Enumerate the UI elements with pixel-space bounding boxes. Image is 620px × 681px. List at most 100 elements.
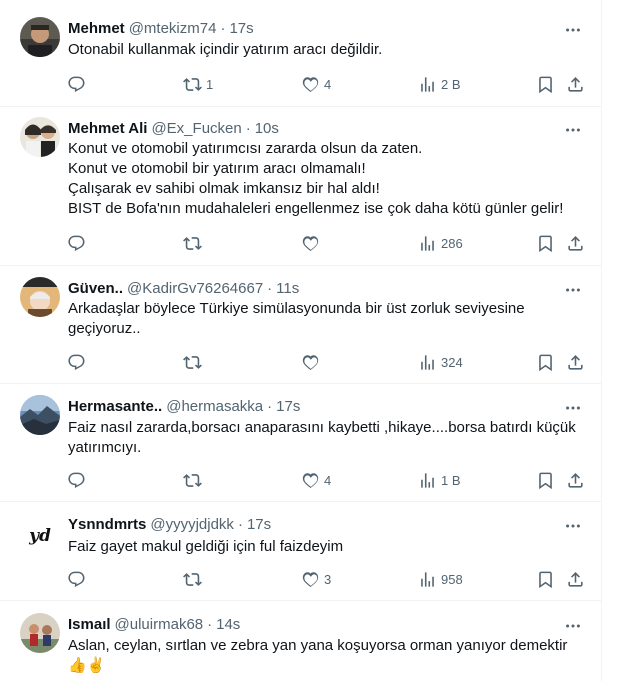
- more-options-icon[interactable]: [563, 20, 583, 40]
- heart-icon: [301, 570, 320, 589]
- tweet-text: Arkadaşlar böylece Türkiye simülasyonund…: [68, 299, 593, 339]
- avatar[interactable]: [20, 277, 60, 317]
- bookmark-icon: [536, 471, 555, 490]
- tweet-text-line: Konut ve otomobil yatırımcısı zararda ol…: [68, 140, 423, 157]
- share-button[interactable]: [566, 352, 585, 372]
- timestamp[interactable]: 17s: [229, 20, 253, 37]
- views-button[interactable]: 324: [418, 352, 463, 372]
- more-options-icon[interactable]: [563, 398, 583, 418]
- like-count: 4: [324, 76, 332, 92]
- like-count: 3: [324, 571, 332, 587]
- heart-icon: [301, 353, 320, 372]
- reply-icon: [67, 75, 86, 94]
- bookmark-button[interactable]: [536, 74, 555, 94]
- reply-button[interactable]: [67, 352, 86, 372]
- timestamp[interactable]: 14s: [216, 616, 240, 633]
- avatar[interactable]: [20, 17, 60, 57]
- author-name[interactable]: Mehmet: [68, 20, 125, 37]
- bookmark-button[interactable]: [536, 470, 555, 490]
- retweet-icon: [183, 353, 202, 372]
- views-button[interactable]: 2 B: [418, 74, 461, 94]
- tweet[interactable]: Mehmet Ali @Ex_Fucken · 10s Konut ve oto…: [0, 107, 601, 266]
- more-options-icon[interactable]: [563, 616, 583, 636]
- author-handle[interactable]: @KadirGv76264667: [127, 280, 263, 297]
- more-options-icon[interactable]: [563, 280, 583, 300]
- share-button[interactable]: [566, 470, 585, 490]
- share-button[interactable]: [566, 569, 585, 589]
- reply-button[interactable]: [67, 470, 86, 490]
- views-button[interactable]: 1 B: [418, 470, 461, 490]
- like-button[interactable]: 4: [301, 470, 331, 490]
- author-name[interactable]: Hermasante..: [68, 398, 162, 415]
- reply-icon: [67, 234, 86, 253]
- more-options-icon[interactable]: [563, 120, 583, 140]
- views-button[interactable]: 958: [418, 569, 463, 589]
- more-options-icon[interactable]: [563, 516, 583, 536]
- retweet-button[interactable]: [183, 352, 202, 372]
- heart-icon: [301, 75, 320, 94]
- retweet-icon: [183, 75, 202, 94]
- bookmark-button[interactable]: [536, 569, 555, 589]
- timestamp[interactable]: 11s: [276, 280, 299, 297]
- avatar[interactable]: [20, 613, 60, 653]
- reply-button[interactable]: [67, 74, 86, 94]
- views-icon: [418, 234, 437, 253]
- author-name[interactable]: Ysnndmrts: [68, 516, 146, 533]
- author-handle[interactable]: @mtekizm74: [129, 20, 217, 37]
- like-button[interactable]: [301, 352, 320, 372]
- separator-dot: ·: [220, 19, 226, 37]
- avatar[interactable]: yd: [20, 515, 60, 555]
- bookmark-button[interactable]: [536, 233, 555, 253]
- author-handle[interactable]: @uluirmak68: [115, 616, 204, 633]
- avatar[interactable]: [20, 395, 60, 435]
- bookmark-icon: [536, 353, 555, 372]
- tweet[interactable]: Güven.. @KadirGv76264667 · 11s Arkadaşla…: [0, 266, 601, 384]
- retweet-button[interactable]: 1: [183, 74, 213, 94]
- like-button[interactable]: 3: [301, 569, 331, 589]
- share-icon: [566, 234, 585, 253]
- bookmark-icon: [536, 75, 555, 94]
- bookmark-button[interactable]: [536, 352, 555, 372]
- share-button[interactable]: [566, 74, 585, 94]
- tweet-text-line: Çalışarak ev sahibi olmak imkansız bir h…: [68, 180, 380, 197]
- timeline: Mehmet @mtekizm74 · 17s Otonabil kullanm…: [0, 0, 602, 681]
- retweet-button[interactable]: [183, 233, 202, 253]
- avatar[interactable]: [20, 117, 60, 157]
- reply-button[interactable]: [67, 233, 86, 253]
- separator-dot: ·: [267, 397, 273, 415]
- author-handle[interactable]: @Ex_Fucken: [151, 120, 241, 137]
- tweet[interactable]: Ismaıl @uluirmak68 · 14s Aslan, ceylan, …: [0, 601, 601, 681]
- retweet-icon: [183, 570, 202, 589]
- tweet[interactable]: yd Ysnndmrts @yyyyjdjdkk · 17s Faiz gaye…: [0, 502, 601, 601]
- retweet-count: 1: [206, 76, 214, 92]
- author-name[interactable]: Ismaıl: [68, 616, 111, 633]
- timestamp[interactable]: 17s: [247, 516, 271, 533]
- share-button[interactable]: [566, 233, 585, 253]
- share-icon: [566, 570, 585, 589]
- tweet[interactable]: Mehmet @mtekizm74 · 17s Otonabil kullanm…: [0, 0, 601, 107]
- views-icon: [418, 75, 437, 94]
- views-button[interactable]: 286: [418, 233, 463, 253]
- separator-dot: ·: [207, 615, 213, 633]
- retweet-button[interactable]: [183, 569, 202, 589]
- author-name[interactable]: Güven..: [68, 280, 123, 297]
- reply-button[interactable]: [67, 569, 86, 589]
- timestamp[interactable]: 10s: [255, 120, 279, 137]
- timestamp[interactable]: 17s: [276, 398, 300, 415]
- share-icon: [566, 471, 585, 490]
- retweet-icon: [183, 471, 202, 490]
- like-button[interactable]: 4: [301, 74, 331, 94]
- views-icon: [418, 471, 437, 490]
- like-button[interactable]: [301, 233, 320, 253]
- avatar-logo-text: yd: [28, 526, 51, 546]
- tweet-text: Otonabil kullanmak içindir yatırım aracı…: [68, 40, 593, 60]
- retweet-button[interactable]: [183, 470, 202, 490]
- tweet[interactable]: Hermasante.. @hermasakka · 17s Faiz nası…: [0, 384, 601, 502]
- author-name[interactable]: Mehmet Ali: [68, 120, 147, 137]
- share-icon: [566, 75, 585, 94]
- separator-dot: ·: [237, 515, 243, 533]
- tweet-text: Faiz gayet makul geldiği için ful faizde…: [68, 537, 593, 557]
- author-handle[interactable]: @yyyyjdjdkk: [150, 516, 234, 533]
- author-handle[interactable]: @hermasakka: [166, 398, 263, 415]
- tweet-text: Aslan, ceylan, sırtlan ve zebra yan yana…: [68, 636, 593, 676]
